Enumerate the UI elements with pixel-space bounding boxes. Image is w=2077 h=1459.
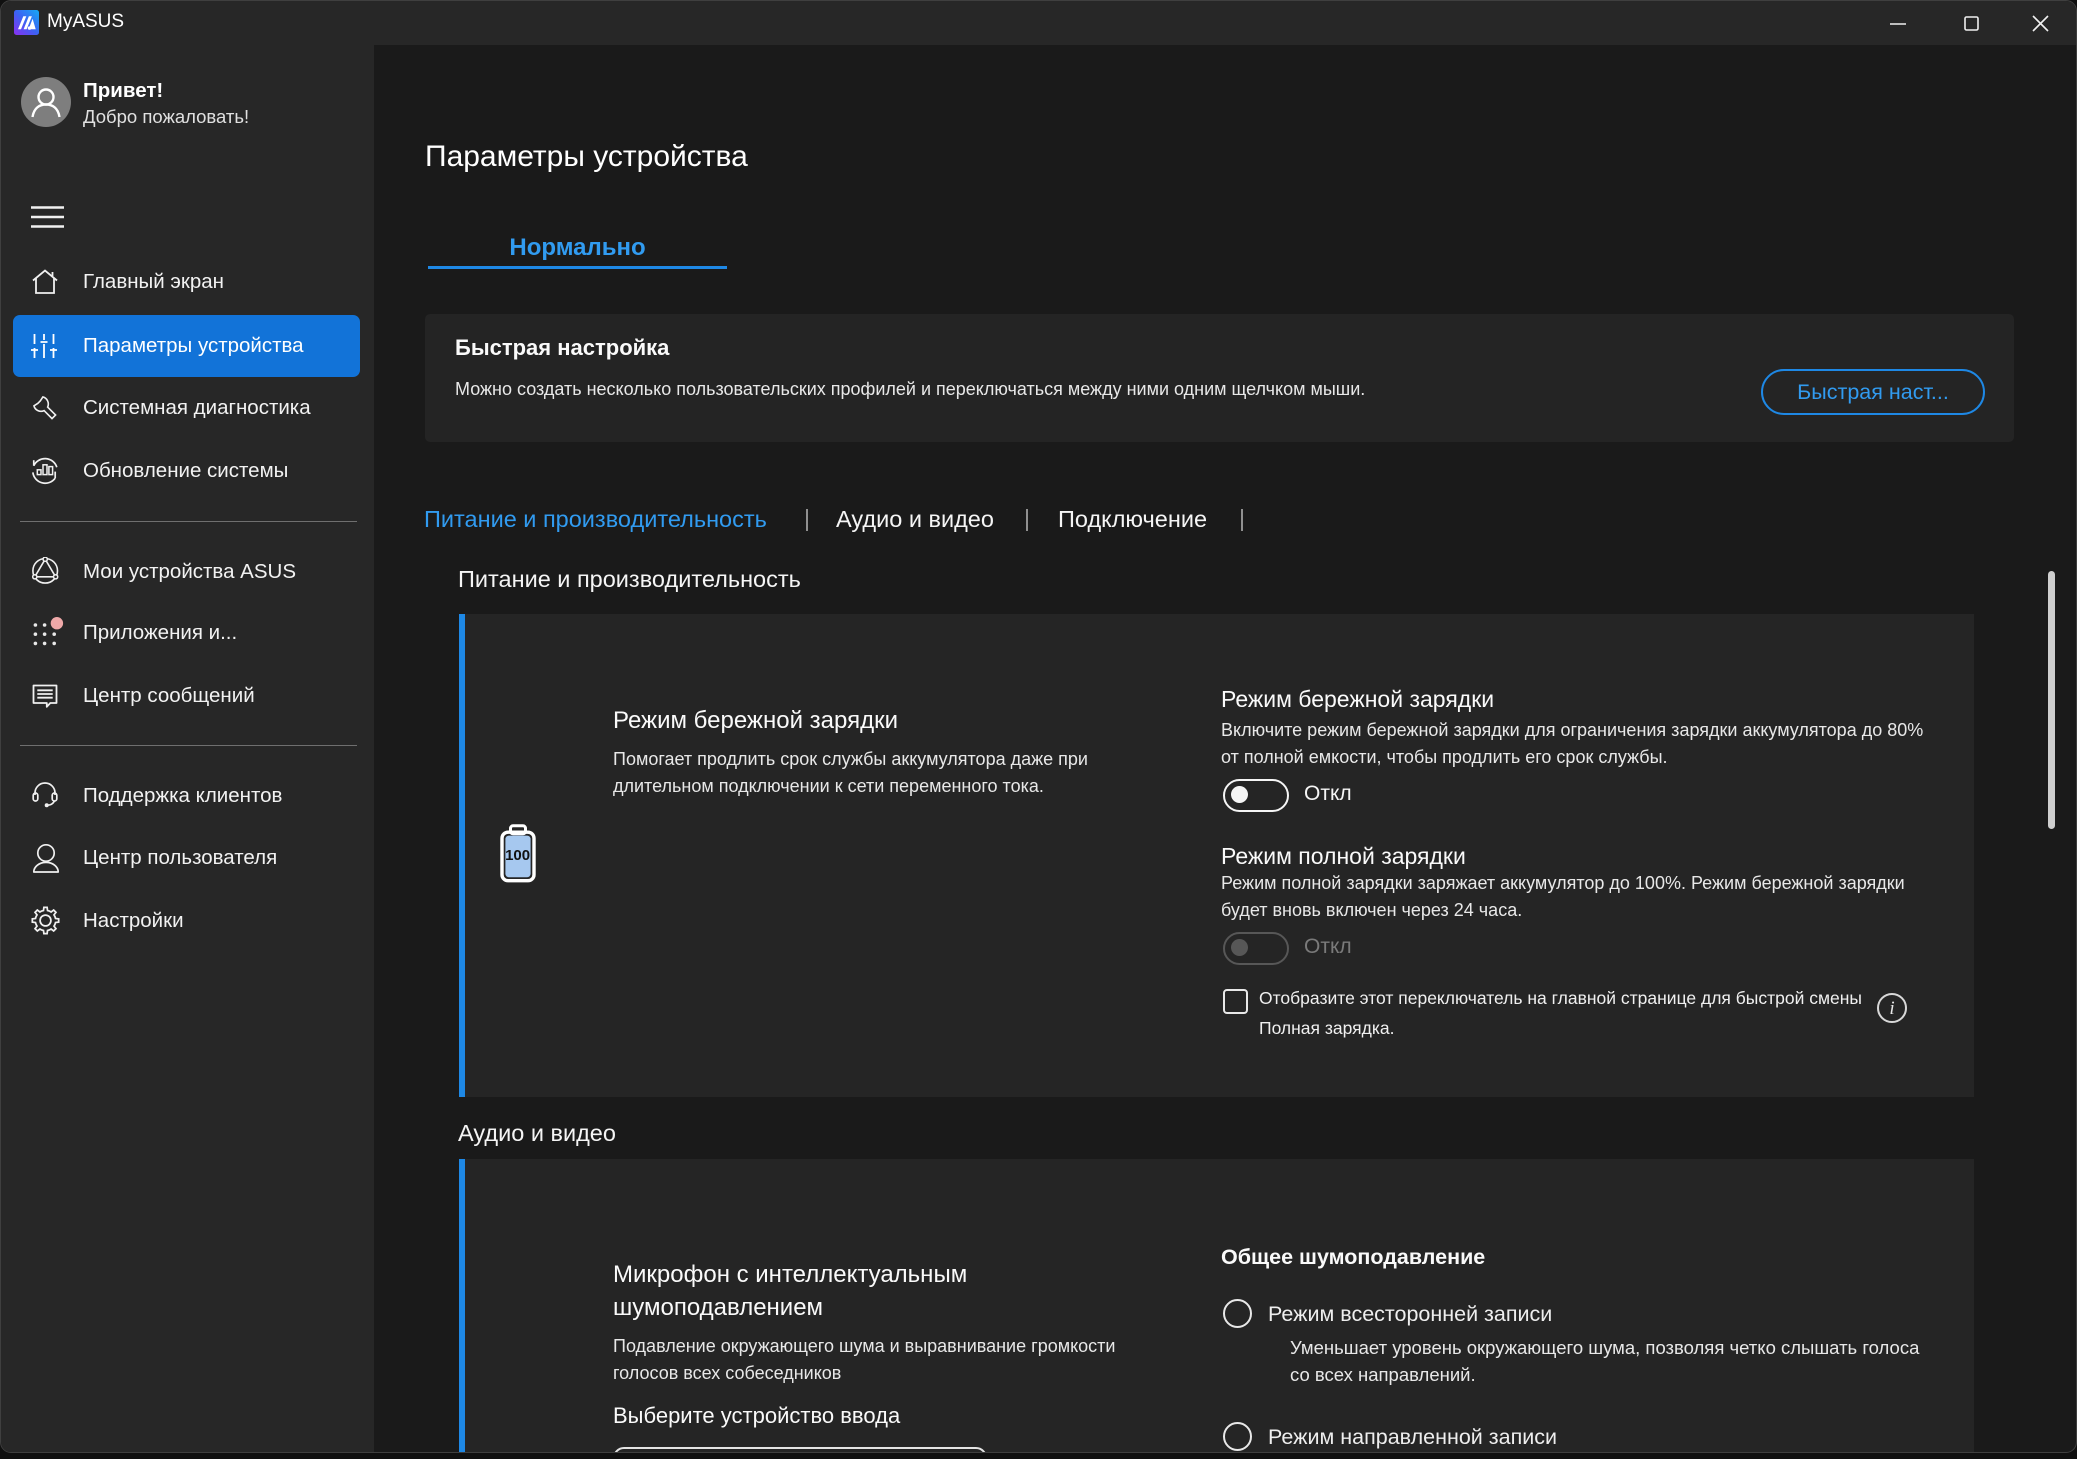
svg-text:100: 100 [505, 847, 530, 864]
